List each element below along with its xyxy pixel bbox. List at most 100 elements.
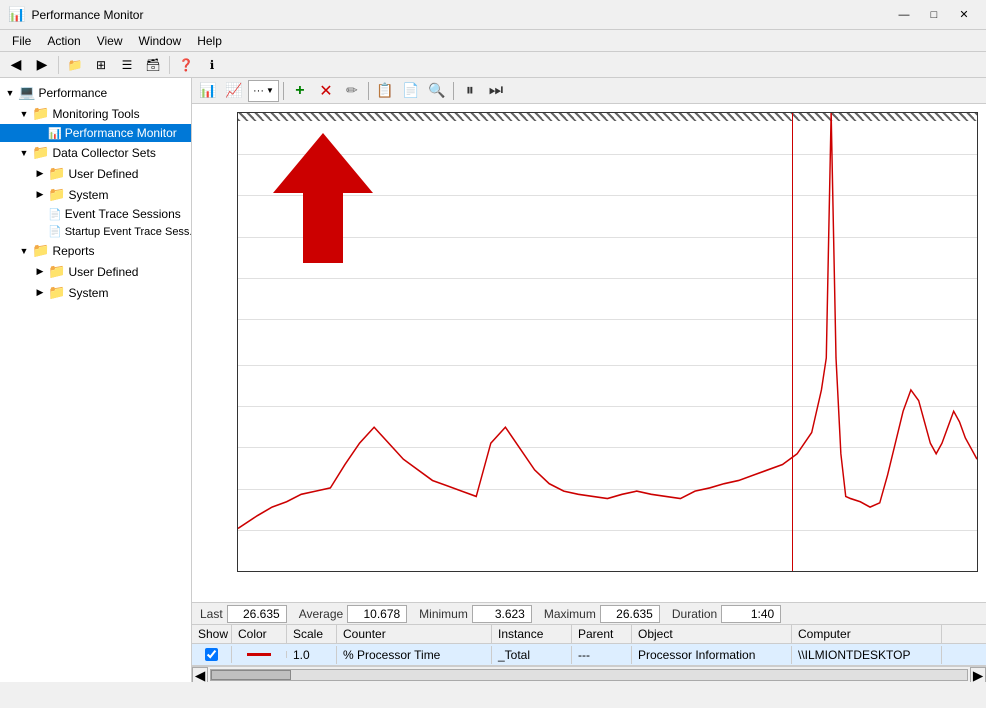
chart-type-button[interactable]: 📈: [222, 80, 246, 102]
minimum-value: 3.623: [472, 605, 532, 623]
sidebar-item-reports[interactable]: ▼ 📁 Reports: [0, 240, 191, 261]
user-defined-icon: 📁: [48, 165, 65, 182]
cell-show: [192, 646, 232, 663]
sidebar-item-monitoring-tools[interactable]: ▼ 📁 Monitoring Tools: [0, 103, 191, 124]
color-swatch: [247, 653, 271, 656]
scrollbar-track[interactable]: [210, 669, 968, 681]
expand-data-collector[interactable]: ▼: [16, 148, 32, 158]
title-bar-left: 📊 Performance Monitor: [8, 6, 143, 23]
sidebar-item-system[interactable]: ▶ 📁 System: [0, 184, 191, 205]
sidebar-item-startup-event[interactable]: 📄 Startup Event Trace Sess...: [0, 223, 191, 240]
tb-properties-button[interactable]: 🗃: [141, 54, 165, 76]
header-counter: Counter: [337, 625, 492, 643]
counter-row[interactable]: 1.0 % Processor Time _Total --- Processo…: [192, 644, 986, 666]
cell-object: Processor Information: [632, 646, 792, 664]
scrollbar-thumb[interactable]: [211, 670, 291, 680]
cell-color: [232, 651, 287, 658]
delete-counter-button[interactable]: ✕: [314, 80, 338, 102]
stats-bar: Last 26.635 Average 10.678 Minimum 3.623…: [192, 602, 986, 624]
window-title: Performance Monitor: [31, 8, 143, 22]
expand-performance[interactable]: ▼: [2, 88, 18, 98]
chart-toolbar: 📊 📈 ··· ▼ + ✕ ✏ 📋 📄 🔍 ⏸ ⏭: [192, 78, 986, 104]
title-bar: 📊 Performance Monitor — □ ✕: [0, 0, 986, 30]
menu-help[interactable]: Help: [189, 32, 230, 50]
add-counter-button[interactable]: +: [288, 80, 312, 102]
menu-window[interactable]: Window: [131, 32, 190, 50]
chart-options-dropdown[interactable]: ··· ▼: [248, 80, 279, 102]
minimum-label: Minimum: [419, 607, 468, 621]
chart-container: 100 90 80 70 60 50 40 30 20 10 0: [192, 104, 986, 602]
sidebar: ▼ 💻 Performance ▼ 📁 Monitoring Tools 📊 P…: [0, 78, 192, 682]
menu-action[interactable]: Action: [39, 32, 88, 50]
monitoring-tools-icon: 📁: [32, 105, 49, 122]
average-value: 10.678: [347, 605, 407, 623]
tb-help-button[interactable]: ❓: [174, 54, 198, 76]
menu-view[interactable]: View: [89, 32, 131, 50]
cell-instance: _Total: [492, 646, 572, 664]
show-checkbox[interactable]: [205, 648, 218, 661]
tb-grid-button[interactable]: ⊞: [89, 54, 113, 76]
scroll-left-button[interactable]: ◀: [192, 667, 208, 683]
header-show: Show: [192, 625, 232, 643]
sidebar-item-data-collector-sets[interactable]: ▼ 📁 Data Collector Sets: [0, 142, 191, 163]
sidebar-item-event-trace[interactable]: 📄 Event Trace Sessions: [0, 205, 191, 223]
data-collector-icon: 📁: [32, 144, 49, 161]
scroll-right-button[interactable]: ▶: [970, 667, 986, 683]
toolbar1: ◀ ▶ 📁 ⊞ ☰ 🗃 ❓ ℹ: [0, 52, 986, 78]
last-value: 26.635: [227, 605, 287, 623]
content-area: 📊 📈 ··· ▼ + ✕ ✏ 📋 📄 🔍 ⏸ ⏭ 100 90 80: [192, 78, 986, 682]
header-color: Color: [232, 625, 287, 643]
cell-scale: 1.0: [287, 646, 337, 664]
title-bar-controls: — □ ✕: [890, 5, 978, 25]
average-label: Average: [299, 607, 343, 621]
sidebar-item-reports-user-defined[interactable]: ▶ 📁 User Defined: [0, 261, 191, 282]
header-object: Object: [632, 625, 792, 643]
sidebar-item-reports-system[interactable]: ▶ 📁 System: [0, 282, 191, 303]
expand-system[interactable]: ▶: [32, 189, 48, 200]
expand-reports-user[interactable]: ▶: [32, 266, 48, 277]
zoom-button[interactable]: 🔍: [425, 80, 449, 102]
copy-button[interactable]: 📋: [373, 80, 397, 102]
counter-table: Show Color Scale Counter Instance Parent…: [192, 624, 986, 666]
cell-parent: ---: [572, 646, 632, 664]
tb-back-button[interactable]: ◀: [4, 54, 28, 76]
expand-user-defined[interactable]: ▶: [32, 168, 48, 179]
tb-info-button[interactable]: ℹ: [200, 54, 224, 76]
event-trace-icon: 📄: [48, 208, 62, 221]
duration-value: 1:40: [721, 605, 781, 623]
pause-button[interactable]: ⏸: [458, 80, 482, 102]
maximize-button[interactable]: □: [920, 5, 948, 25]
expand-reports-system[interactable]: ▶: [32, 287, 48, 298]
sidebar-item-user-defined[interactable]: ▶ 📁 User Defined: [0, 163, 191, 184]
header-instance: Instance: [492, 625, 572, 643]
sidebar-item-performance-monitor[interactable]: 📊 Performance Monitor: [0, 124, 191, 142]
header-scale: Scale: [287, 625, 337, 643]
cell-computer: \\ILMIONTDESKTOP: [792, 646, 942, 664]
reports-system-icon: 📁: [48, 284, 65, 301]
chart-grid: 17:27:54 17:28:05 17:28:15 17:28:25 17:2…: [237, 112, 978, 572]
tb-forward-button[interactable]: ▶: [30, 54, 54, 76]
header-parent: Parent: [572, 625, 632, 643]
tb-list-button[interactable]: ☰: [115, 54, 139, 76]
maximum-value: 26.635: [600, 605, 660, 623]
menu-bar: File Action View Window Help: [0, 30, 986, 52]
red-arrow: [273, 133, 373, 266]
expand-monitoring-tools[interactable]: ▼: [16, 109, 32, 119]
last-label: Last: [200, 607, 223, 621]
next-button[interactable]: ⏭: [484, 80, 508, 102]
edit-counter-button[interactable]: ✏: [340, 80, 364, 102]
expand-reports[interactable]: ▼: [16, 246, 32, 256]
chart-view-button[interactable]: 📊: [196, 80, 220, 102]
counter-table-header: Show Color Scale Counter Instance Parent…: [192, 625, 986, 644]
menu-file[interactable]: File: [4, 32, 39, 50]
sidebar-item-performance[interactable]: ▼ 💻 Performance: [0, 82, 191, 103]
tb-folder-button[interactable]: 📁: [63, 54, 87, 76]
dropdown-icon: ···: [253, 85, 264, 97]
close-button[interactable]: ✕: [950, 5, 978, 25]
dropdown-arrow: ▼: [266, 86, 274, 95]
minimize-button[interactable]: —: [890, 5, 918, 25]
paste-button[interactable]: 📄: [399, 80, 423, 102]
perf-monitor-icon: 📊: [48, 127, 62, 140]
duration-label: Duration: [672, 607, 717, 621]
startup-icon: 📄: [48, 225, 62, 238]
